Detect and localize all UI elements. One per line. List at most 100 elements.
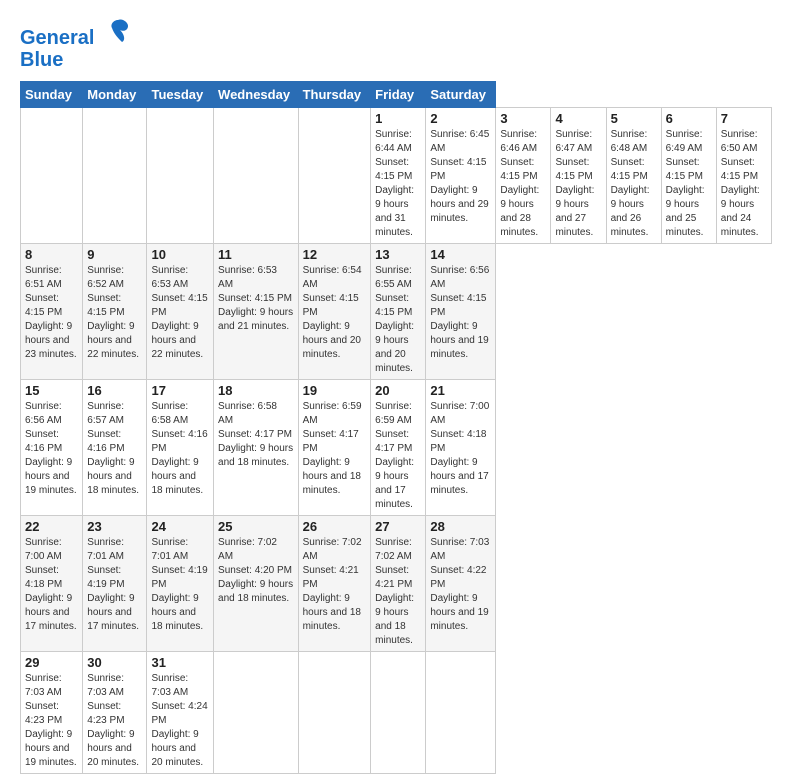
- day-info: Sunrise: 6:44 AMSunset: 4:15 PMDaylight:…: [375, 129, 414, 238]
- day-number: 21: [430, 383, 491, 398]
- day-info: Sunrise: 6:53 AMSunset: 4:15 PMDaylight:…: [218, 265, 293, 332]
- day-number: 6: [666, 111, 712, 126]
- day-info: Sunrise: 6:55 AMSunset: 4:15 PMDaylight:…: [375, 265, 414, 374]
- calendar-day-12: 12 Sunrise: 6:54 AMSunset: 4:15 PMDaylig…: [298, 244, 371, 380]
- day-number: 22: [25, 519, 78, 534]
- calendar-empty-cell: [21, 108, 83, 244]
- calendar-day-23: 23 Sunrise: 7:01 AMSunset: 4:19 PMDaylig…: [83, 516, 147, 652]
- calendar-day-24: 24 Sunrise: 7:01 AMSunset: 4:19 PMDaylig…: [147, 516, 214, 652]
- day-info: Sunrise: 6:56 AMSunset: 4:15 PMDaylight:…: [430, 265, 489, 360]
- calendar-empty-cell: [371, 652, 426, 774]
- calendar-empty-cell: [426, 652, 496, 774]
- calendar-week-4: 22 Sunrise: 7:00 AMSunset: 4:18 PMDaylig…: [21, 516, 772, 652]
- day-info: Sunrise: 6:58 AMSunset: 4:17 PMDaylight:…: [218, 401, 293, 468]
- day-number: 2: [430, 111, 491, 126]
- day-number: 25: [218, 519, 294, 534]
- header-day-friday: Friday: [371, 82, 426, 108]
- calendar-day-25: 25 Sunrise: 7:02 AMSunset: 4:20 PMDaylig…: [214, 516, 299, 652]
- calendar-day-4: 4 Sunrise: 6:47 AMSunset: 4:15 PMDayligh…: [551, 108, 606, 244]
- day-number: 1: [375, 111, 421, 126]
- day-info: Sunrise: 6:51 AMSunset: 4:15 PMDaylight:…: [25, 265, 77, 360]
- day-number: 9: [87, 247, 142, 262]
- day-number: 24: [151, 519, 209, 534]
- calendar-day-11: 11 Sunrise: 6:53 AMSunset: 4:15 PMDaylig…: [214, 244, 299, 380]
- calendar-day-6: 6 Sunrise: 6:49 AMSunset: 4:15 PMDayligh…: [661, 108, 716, 244]
- day-number: 28: [430, 519, 491, 534]
- calendar-empty-cell: [214, 108, 299, 244]
- calendar-day-1: 1 Sunrise: 6:44 AMSunset: 4:15 PMDayligh…: [371, 108, 426, 244]
- day-info: Sunrise: 6:59 AMSunset: 4:17 PMDaylight:…: [375, 401, 414, 510]
- day-number: 27: [375, 519, 421, 534]
- calendar-day-15: 15 Sunrise: 6:56 AMSunset: 4:16 PMDaylig…: [21, 380, 83, 516]
- day-number: 20: [375, 383, 421, 398]
- day-info: Sunrise: 6:56 AMSunset: 4:16 PMDaylight:…: [25, 401, 77, 496]
- calendar-day-19: 19 Sunrise: 6:59 AMSunset: 4:17 PMDaylig…: [298, 380, 371, 516]
- calendar-day-27: 27 Sunrise: 7:02 AMSunset: 4:21 PMDaylig…: [371, 516, 426, 652]
- day-number: 29: [25, 655, 78, 670]
- calendar-empty-cell: [298, 652, 371, 774]
- calendar-week-3: 15 Sunrise: 6:56 AMSunset: 4:16 PMDaylig…: [21, 380, 772, 516]
- day-number: 3: [500, 111, 546, 126]
- calendar-day-7: 7 Sunrise: 6:50 AMSunset: 4:15 PMDayligh…: [716, 108, 771, 244]
- calendar-day-20: 20 Sunrise: 6:59 AMSunset: 4:17 PMDaylig…: [371, 380, 426, 516]
- logo-blue: Blue: [20, 49, 132, 71]
- calendar-empty-cell: [83, 108, 147, 244]
- day-info: Sunrise: 6:57 AMSunset: 4:16 PMDaylight:…: [87, 401, 139, 496]
- day-info: Sunrise: 7:01 AMSunset: 4:19 PMDaylight:…: [151, 537, 207, 632]
- page: General Blue SundayMondayTuesdayWednesda…: [0, 0, 792, 784]
- calendar-day-29: 29 Sunrise: 7:03 AMSunset: 4:23 PMDaylig…: [21, 652, 83, 774]
- logo: General Blue: [20, 16, 132, 71]
- calendar-day-3: 3 Sunrise: 6:46 AMSunset: 4:15 PMDayligh…: [496, 108, 551, 244]
- calendar-day-28: 28 Sunrise: 7:03 AMSunset: 4:22 PMDaylig…: [426, 516, 496, 652]
- day-info: Sunrise: 7:03 AMSunset: 4:22 PMDaylight:…: [430, 537, 489, 632]
- day-info: Sunrise: 6:46 AMSunset: 4:15 PMDaylight:…: [500, 129, 539, 238]
- day-number: 30: [87, 655, 142, 670]
- calendar-day-13: 13 Sunrise: 6:55 AMSunset: 4:15 PMDaylig…: [371, 244, 426, 380]
- day-number: 11: [218, 247, 294, 262]
- day-info: Sunrise: 6:45 AMSunset: 4:15 PMDaylight:…: [430, 129, 489, 224]
- header-day-wednesday: Wednesday: [214, 82, 299, 108]
- day-info: Sunrise: 7:00 AMSunset: 4:18 PMDaylight:…: [430, 401, 489, 496]
- calendar-day-31: 31 Sunrise: 7:03 AMSunset: 4:24 PMDaylig…: [147, 652, 214, 774]
- day-number: 16: [87, 383, 142, 398]
- calendar-day-21: 21 Sunrise: 7:00 AMSunset: 4:18 PMDaylig…: [426, 380, 496, 516]
- logo-text: General: [20, 16, 132, 49]
- day-info: Sunrise: 6:52 AMSunset: 4:15 PMDaylight:…: [87, 265, 139, 360]
- calendar-day-17: 17 Sunrise: 6:58 AMSunset: 4:16 PMDaylig…: [147, 380, 214, 516]
- day-info: Sunrise: 7:02 AMSunset: 4:21 PMDaylight:…: [303, 537, 362, 632]
- day-info: Sunrise: 7:01 AMSunset: 4:19 PMDaylight:…: [87, 537, 139, 632]
- calendar-day-9: 9 Sunrise: 6:52 AMSunset: 4:15 PMDayligh…: [83, 244, 147, 380]
- calendar-empty-cell: [214, 652, 299, 774]
- header-day-tuesday: Tuesday: [147, 82, 214, 108]
- day-info: Sunrise: 7:02 AMSunset: 4:20 PMDaylight:…: [218, 537, 293, 604]
- header-day-saturday: Saturday: [426, 82, 496, 108]
- day-number: 13: [375, 247, 421, 262]
- header-day-monday: Monday: [83, 82, 147, 108]
- calendar: SundayMondayTuesdayWednesdayThursdayFrid…: [20, 81, 772, 774]
- day-number: 14: [430, 247, 491, 262]
- logo-general: General: [20, 27, 94, 49]
- day-info: Sunrise: 6:50 AMSunset: 4:15 PMDaylight:…: [721, 129, 760, 238]
- day-number: 7: [721, 111, 767, 126]
- day-number: 15: [25, 383, 78, 398]
- day-info: Sunrise: 6:48 AMSunset: 4:15 PMDaylight:…: [611, 129, 650, 238]
- day-number: 5: [611, 111, 657, 126]
- calendar-week-5: 29 Sunrise: 7:03 AMSunset: 4:23 PMDaylig…: [21, 652, 772, 774]
- calendar-day-18: 18 Sunrise: 6:58 AMSunset: 4:17 PMDaylig…: [214, 380, 299, 516]
- day-info: Sunrise: 6:49 AMSunset: 4:15 PMDaylight:…: [666, 129, 705, 238]
- calendar-week-2: 8 Sunrise: 6:51 AMSunset: 4:15 PMDayligh…: [21, 244, 772, 380]
- day-info: Sunrise: 7:03 AMSunset: 4:24 PMDaylight:…: [151, 673, 207, 768]
- day-number: 18: [218, 383, 294, 398]
- day-info: Sunrise: 7:02 AMSunset: 4:21 PMDaylight:…: [375, 537, 414, 646]
- day-info: Sunrise: 7:03 AMSunset: 4:23 PMDaylight:…: [25, 673, 77, 768]
- header-day-thursday: Thursday: [298, 82, 371, 108]
- calendar-day-8: 8 Sunrise: 6:51 AMSunset: 4:15 PMDayligh…: [21, 244, 83, 380]
- day-info: Sunrise: 6:58 AMSunset: 4:16 PMDaylight:…: [151, 401, 207, 496]
- calendar-day-22: 22 Sunrise: 7:00 AMSunset: 4:18 PMDaylig…: [21, 516, 83, 652]
- calendar-day-26: 26 Sunrise: 7:02 AMSunset: 4:21 PMDaylig…: [298, 516, 371, 652]
- day-number: 26: [303, 519, 367, 534]
- day-info: Sunrise: 7:03 AMSunset: 4:23 PMDaylight:…: [87, 673, 139, 768]
- day-info: Sunrise: 7:00 AMSunset: 4:18 PMDaylight:…: [25, 537, 77, 632]
- calendar-day-16: 16 Sunrise: 6:57 AMSunset: 4:16 PMDaylig…: [83, 380, 147, 516]
- day-number: 19: [303, 383, 367, 398]
